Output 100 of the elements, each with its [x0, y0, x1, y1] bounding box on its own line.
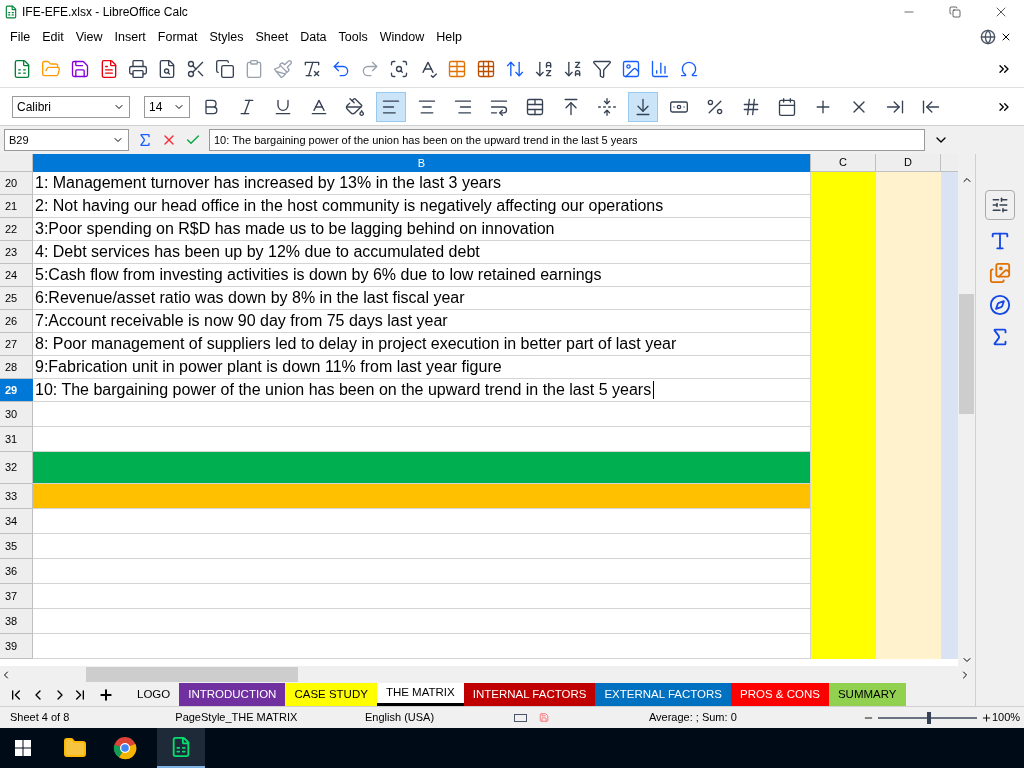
- file-explorer-icon[interactable]: [63, 736, 87, 760]
- menu-item[interactable]: Styles: [203, 27, 250, 47]
- menu-item[interactable]: Help: [430, 27, 468, 47]
- spreadsheet-icon: [170, 736, 192, 758]
- align-bottom-button[interactable]: [628, 91, 658, 122]
- align-middle-icon: [597, 96, 617, 117]
- add-sheet-icon[interactable]: [98, 686, 114, 703]
- name-box[interactable]: B29: [4, 129, 129, 151]
- row-header[interactable]: 26: [0, 310, 33, 333]
- window-title: IFE-EFE.xlsx - LibreOffice Calc: [22, 4, 189, 21]
- clipboard-icon[interactable]: [244, 58, 264, 79]
- row-header[interactable]: 36: [0, 559, 33, 584]
- styles-icon[interactable]: [989, 230, 1011, 252]
- filled-cell: [941, 634, 958, 659]
- row-header[interactable]: 33: [0, 484, 33, 509]
- table-cell: 8: Poor management of suppliers led to delay in project execution in better part of last year: [33, 333, 811, 356]
- menu-item[interactable]: Sheet: [249, 27, 295, 47]
- menu-item[interactable]: Format: [151, 27, 204, 47]
- sliders-icon: [991, 196, 1009, 214]
- column-header[interactable]: D: [876, 154, 941, 172]
- menu-item[interactable]: Insert: [108, 27, 152, 47]
- sheet-tab[interactable]: SUMMARY: [828, 683, 906, 706]
- table-cell: 9:Fabrication unit in power plant is down 11% from last year figure: [33, 356, 811, 379]
- column-header[interactable]: C: [811, 154, 876, 172]
- row-header[interactable]: 35: [0, 534, 33, 559]
- row-header[interactable]: 34: [0, 509, 33, 534]
- filled-cell: [811, 172, 876, 195]
- menu-item[interactable]: File: [4, 27, 37, 47]
- language: English (USA): [364, 710, 436, 726]
- row-header[interactable]: 23: [0, 241, 33, 264]
- row-header[interactable]: 27: [0, 333, 33, 356]
- formula-input[interactable]: 10: The bargaining power of the union has been on the upward trend in the last 5 years: [209, 129, 925, 151]
- sheet-tab[interactable]: THE MATRIX: [376, 683, 464, 706]
- row-header[interactable]: 24: [0, 264, 33, 287]
- filled-cell: [876, 634, 941, 659]
- document-modified-icon: [538, 712, 549, 723]
- row-header[interactable]: 32: [0, 452, 33, 484]
- table-cell: 10: The bargaining power of the union has been on the upward trend in the last 5 years: [33, 379, 811, 402]
- row-header[interactable]: 30: [0, 402, 33, 427]
- windows-logo-icon[interactable]: [15, 740, 31, 756]
- function-wizard-icon[interactable]: [137, 132, 153, 148]
- gallery-icon[interactable]: [989, 262, 1011, 284]
- globe-icon[interactable]: [980, 29, 996, 45]
- font-name-field[interactable]: Calibri: [12, 95, 130, 118]
- sheet-tab[interactable]: CASE STUDY: [285, 683, 377, 706]
- scissors-icon[interactable]: [186, 58, 206, 79]
- image-icon[interactable]: [621, 58, 641, 79]
- browser-icon[interactable]: [113, 736, 137, 760]
- scrollbar-thumb[interactable]: [86, 667, 298, 682]
- zoom-level: 100%: [991, 710, 1021, 726]
- spreadsheet-icon[interactable]: [12, 58, 32, 79]
- calc-taskbar-button[interactable]: [157, 728, 205, 768]
- find-replace-icon[interactable]: [389, 58, 409, 79]
- save-icon[interactable]: [70, 58, 90, 79]
- row-header[interactable]: 21: [0, 195, 33, 218]
- table-cell: 2: Not having our head office in the host community is negatively affecting our operations: [33, 195, 811, 218]
- sheet-count: Sheet 4 of 8: [9, 710, 71, 726]
- paintbrush-icon[interactable]: [273, 58, 293, 79]
- sheet-tab[interactable]: INTRODUCTION: [179, 683, 286, 706]
- table-cell: 4: Debt services has been up by 12% due to accumulated debt: [33, 241, 811, 264]
- row-header[interactable]: 20: [0, 172, 33, 195]
- row-header[interactable]: 28: [0, 356, 33, 379]
- column-header[interactable]: B: [33, 154, 811, 172]
- filled-cell: [811, 634, 876, 659]
- app-icon: [4, 5, 18, 19]
- sheet-tab[interactable]: PROS & CONS: [731, 683, 829, 706]
- row-header[interactable]: 31: [0, 427, 33, 452]
- scrollbar-thumb[interactable]: [959, 294, 974, 414]
- menu-item[interactable]: Data: [294, 27, 333, 47]
- filter-icon[interactable]: [592, 58, 612, 79]
- chart-icon[interactable]: [650, 58, 670, 79]
- merge-cells-icon: [525, 96, 545, 117]
- row-header[interactable]: 29: [0, 379, 33, 402]
- table-cell: 7:Account receivable is now 90 day from 75 days last year: [33, 310, 811, 333]
- font-size-field[interactable]: 14: [144, 95, 190, 118]
- sheet-tab[interactable]: INTERNAL FACTORS: [463, 683, 596, 706]
- grid-icon[interactable]: [476, 58, 496, 79]
- align-left-button[interactable]: [376, 91, 406, 122]
- zoom-in-icon[interactable]: [980, 711, 992, 724]
- row-header[interactable]: 22: [0, 218, 33, 241]
- menu-item[interactable]: Window: [373, 27, 431, 47]
- properties-button[interactable]: [985, 190, 1015, 220]
- print-preview-icon[interactable]: [157, 58, 177, 79]
- menu-item[interactable]: Edit: [36, 27, 70, 47]
- row-header[interactable]: 39: [0, 634, 33, 659]
- calendar-icon: [777, 96, 797, 117]
- navigator-icon[interactable]: [989, 294, 1011, 316]
- sheet-tab[interactable]: EXTERNAL FACTORS: [595, 683, 732, 706]
- selection-mode-icon[interactable]: [513, 713, 527, 722]
- row-header[interactable]: 37: [0, 584, 33, 609]
- copy-icon[interactable]: [215, 58, 235, 79]
- menu-item[interactable]: Tools: [332, 27, 374, 47]
- zoom-slider-thumb[interactable]: [927, 711, 932, 724]
- printer-icon[interactable]: [128, 58, 148, 79]
- selection-summary: Average: ; Sum: 0: [648, 710, 738, 726]
- row-header[interactable]: 38: [0, 609, 33, 634]
- menu-item[interactable]: View: [69, 27, 109, 47]
- close-document-icon[interactable]: [1000, 31, 1012, 43]
- row-header[interactable]: 25: [0, 287, 33, 310]
- table-icon[interactable]: [447, 58, 467, 79]
